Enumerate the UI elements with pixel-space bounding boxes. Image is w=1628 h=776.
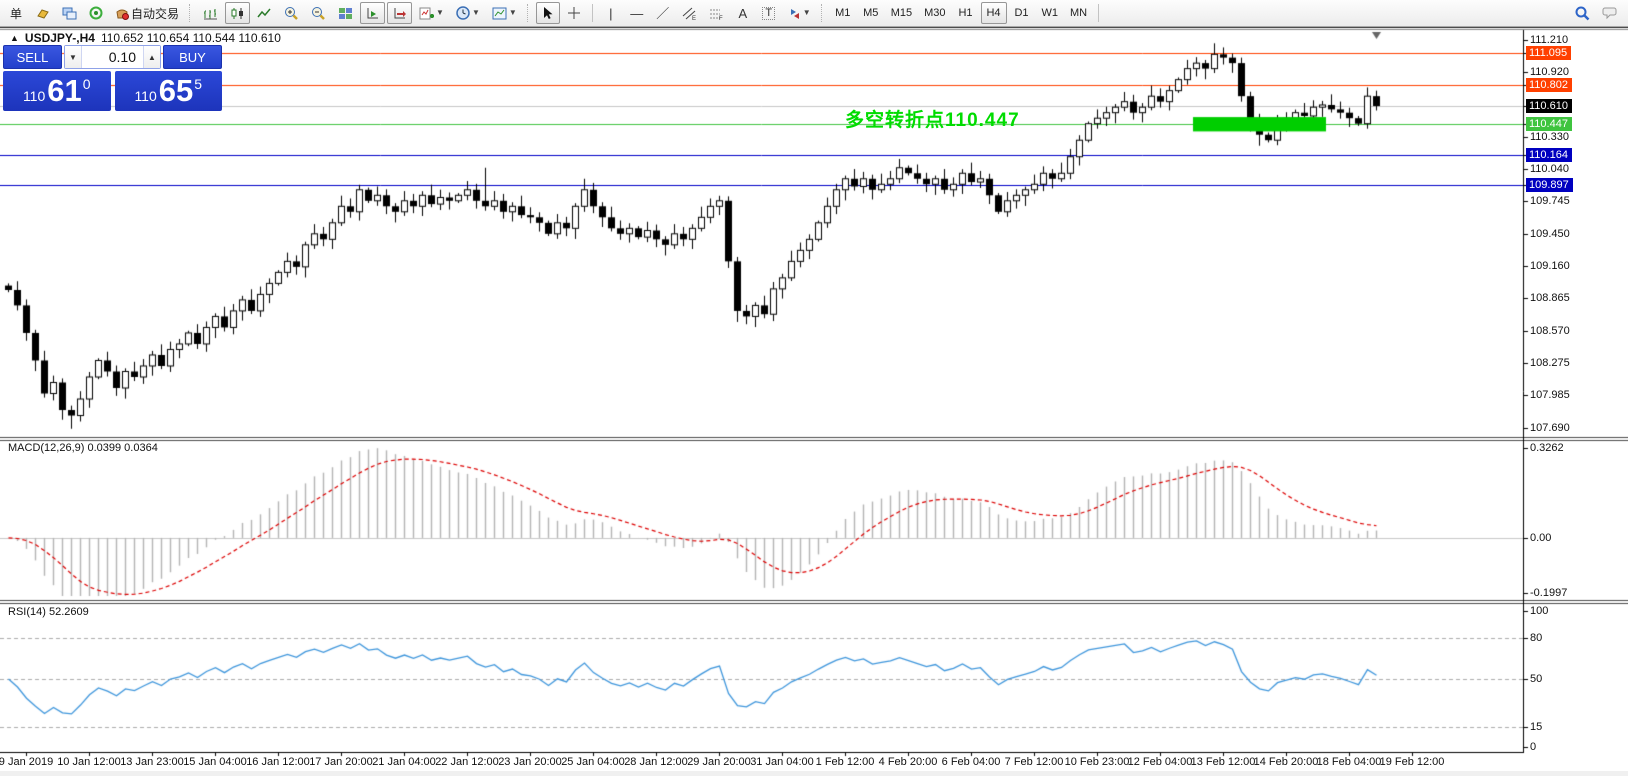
cursor-icon	[541, 6, 554, 20]
timeframe-H4[interactable]: H4	[981, 2, 1007, 24]
main-toolbar: 单 自动交易 ▼ ▼ ▼	[0, 0, 1628, 27]
svg-text:F: F	[719, 16, 723, 20]
timeframe-D1[interactable]: D1	[1009, 2, 1035, 24]
gold-icon	[35, 7, 50, 20]
horizontal-line-icon: —	[630, 7, 643, 20]
templates-icon	[492, 7, 507, 20]
vertical-line-button[interactable]: |	[599, 2, 623, 24]
crosshair-icon	[567, 6, 581, 20]
periods-button[interactable]: ▼	[451, 2, 485, 24]
zoom-out-icon	[311, 6, 326, 21]
sell-price-prefix: 110	[23, 88, 45, 104]
arrows-icon	[788, 7, 801, 20]
zoom-in-icon	[284, 6, 299, 21]
autotrading-button[interactable]: 自动交易	[110, 2, 184, 24]
volume-spinner: ▼ 0.10 ▲	[64, 45, 161, 69]
candlestick-chart-button[interactable]	[225, 2, 250, 24]
trendline-button[interactable]: ／	[651, 2, 675, 24]
indicators-icon	[419, 7, 434, 20]
text-label-button[interactable]: T	[757, 2, 781, 24]
chat-button[interactable]	[1597, 2, 1624, 24]
clock-icon	[456, 6, 470, 20]
bar-chart-icon	[203, 7, 218, 20]
toolbar-separator	[1098, 4, 1099, 22]
auto-scroll-icon	[392, 7, 407, 20]
chat-bubble-icon	[1602, 6, 1619, 20]
toolbar-grip	[821, 4, 825, 22]
buy-price-box[interactable]: 110 65 5	[115, 71, 223, 111]
search-icon	[1575, 6, 1590, 21]
templates-button[interactable]: ▼	[487, 2, 522, 24]
sell-price-big: 61	[47, 74, 81, 108]
sell-price-box[interactable]: 110 61 0	[3, 71, 111, 111]
indicators-caret-icon: ▼	[436, 9, 444, 17]
one-click-trading-panel: SELL ▼ 0.10 ▲ BUY 110 61 0 110 65 5	[3, 45, 222, 111]
text-button[interactable]: A	[731, 2, 755, 24]
timeframe-W1[interactable]: W1	[1037, 2, 1064, 24]
indicators-button[interactable]: ▼	[414, 2, 449, 24]
vertical-line-icon: |	[609, 7, 612, 20]
tile-windows-button[interactable]	[333, 2, 358, 24]
periods-caret-icon: ▼	[472, 9, 480, 17]
timeframe-M1[interactable]: M1	[830, 2, 856, 24]
volume-decrease-button[interactable]: ▼	[65, 46, 82, 68]
buy-price-sup: 5	[194, 76, 202, 92]
timeframe-group: M1M5M15M30H1H4D1W1MN	[830, 2, 1092, 24]
timeframe-H1[interactable]: H1	[953, 2, 979, 24]
cursor-button[interactable]	[536, 2, 560, 24]
timeframe-M5[interactable]: M5	[858, 2, 884, 24]
auto-scroll-button[interactable]	[387, 2, 412, 24]
line-chart-icon	[257, 7, 272, 20]
timeframe-M15[interactable]: M15	[886, 2, 917, 24]
candlestick-chart-icon	[230, 7, 245, 20]
buy-price-big: 65	[159, 74, 193, 108]
templates-caret-icon: ▼	[509, 9, 517, 17]
arrows-caret-icon: ▼	[803, 9, 811, 17]
fibonacci-icon: F	[709, 7, 724, 20]
equidistant-channel-button[interactable]: E	[677, 2, 702, 24]
line-chart-button[interactable]	[252, 2, 277, 24]
crosshair-button[interactable]	[562, 2, 586, 24]
sell-button[interactable]: SELL	[3, 45, 62, 69]
new-order-button[interactable]: 单	[4, 2, 28, 24]
chart-shift-icon	[365, 7, 380, 20]
chart-window: ▲ USDJPY-,H4 110.652 110.654 110.544 110…	[0, 27, 1628, 776]
horizontal-line-button[interactable]: —	[625, 2, 649, 24]
signal-icon[interactable]	[84, 2, 108, 24]
sell-price-sup: 0	[83, 76, 91, 92]
search-button[interactable]	[1570, 2, 1595, 24]
volume-increase-button[interactable]: ▲	[143, 46, 160, 68]
timeframe-MN[interactable]: MN	[1065, 2, 1092, 24]
channel-icon: E	[682, 7, 697, 20]
autotrading-label: 自动交易	[131, 5, 179, 22]
toolbar-grip	[527, 4, 531, 22]
timeframe-M30[interactable]: M30	[919, 2, 950, 24]
trendline-icon: ／	[656, 7, 669, 20]
autotrading-icon	[115, 7, 129, 20]
toolbar-separator	[592, 4, 593, 22]
tile-windows-icon	[338, 7, 353, 20]
buy-price-prefix: 110	[134, 88, 156, 104]
chart-shift-button[interactable]	[360, 2, 385, 24]
charts-window-icon[interactable]	[57, 2, 82, 24]
buy-button[interactable]: BUY	[163, 45, 222, 69]
gold-icon[interactable]	[30, 2, 55, 24]
arrows-button[interactable]: ▼	[783, 2, 816, 24]
volume-input[interactable]: 0.10	[82, 46, 143, 68]
fibonacci-button[interactable]: F	[704, 2, 729, 24]
text-icon: A	[738, 7, 747, 20]
toolbar-grip	[189, 4, 193, 22]
zoom-in-button[interactable]	[279, 2, 304, 24]
zoom-out-button[interactable]	[306, 2, 331, 24]
signal-icon	[89, 6, 103, 20]
text-label-icon: T	[762, 7, 775, 20]
bar-chart-button[interactable]	[198, 2, 223, 24]
price-chart-canvas[interactable]	[0, 27, 1628, 776]
svg-text:E: E	[692, 16, 696, 20]
charts-window-icon	[62, 7, 77, 20]
